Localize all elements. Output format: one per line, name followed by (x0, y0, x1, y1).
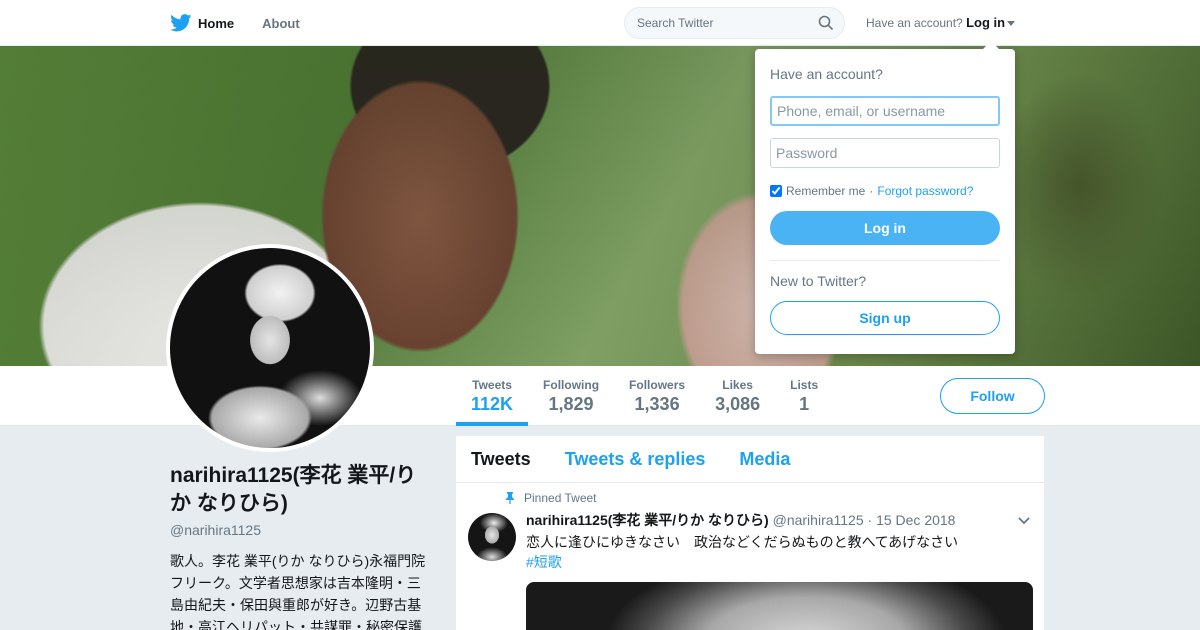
stat-likes[interactable]: Likes 3,086 (700, 366, 775, 426)
profile-name[interactable]: narihira1125(李花 業平/りか なりひら) (170, 462, 432, 518)
password-field[interactable] (770, 138, 1000, 168)
pinned-indicator: Pinned Tweet (504, 491, 1029, 505)
nav-left: Home About (170, 0, 300, 46)
tweet-header: narihira1125(李花 業平/りか なりひら) @narihira112… (526, 510, 1029, 530)
pin-icon (506, 492, 514, 504)
stat-value: 1 (799, 394, 810, 414)
login-link-label: Log in (966, 15, 1006, 30)
pinned-tweet[interactable]: Pinned Tweet narihira1125(李花 業平/りか なりひら)… (456, 483, 1044, 630)
tweet-author-name[interactable]: narihira1125(李花 業平/りか なりひら) (526, 512, 769, 528)
forgot-password-link[interactable]: Forgot password? (877, 184, 973, 198)
profile-stats: Tweets 112K Following 1,829 Followers 1,… (456, 366, 833, 426)
nav-home-label: Home (198, 15, 235, 31)
new-to-twitter-prompt: New to Twitter? (770, 273, 867, 289)
tweet-date[interactable]: 15 Dec 2018 (876, 512, 955, 528)
stat-label: Tweets (472, 378, 512, 392)
stat-value: 1,336 (634, 394, 680, 414)
login-dropdown: Have an account? Remember me · Forgot pa… (755, 41, 1015, 354)
tweet-media-image[interactable] (526, 582, 1033, 630)
stat-value: 1,829 (548, 394, 594, 414)
stat-label: Followers (629, 378, 686, 392)
tweet-avatar[interactable] (468, 513, 516, 561)
caret-down-icon (1007, 21, 1016, 27)
stat-label: Lists (790, 378, 819, 392)
stat-following[interactable]: Following 1,829 (528, 366, 614, 426)
tweet-text: 恋人に逢ひにゆきなさい 政治などくだらぬものと教へてあげなさい (526, 534, 959, 550)
username-field[interactable] (770, 96, 1000, 126)
account-prompt: Have an account? (866, 16, 963, 30)
nav-about[interactable]: About (262, 16, 300, 31)
search-box (624, 7, 845, 39)
stat-value: 112K (471, 394, 514, 414)
remember-me-checkbox[interactable] (770, 185, 782, 197)
chevron-down-icon[interactable] (1018, 517, 1030, 525)
stat-label: Likes (722, 378, 753, 392)
tab-tweets[interactable]: Tweets (471, 449, 531, 470)
remember-separator: · (869, 184, 874, 198)
avatar-image (170, 248, 370, 448)
stat-tweets[interactable]: Tweets 112K (456, 366, 529, 426)
profile-handle[interactable]: @narihira1125 (170, 522, 432, 538)
search-icon[interactable] (818, 15, 834, 31)
stat-followers[interactable]: Followers 1,336 (614, 366, 700, 426)
stat-lists[interactable]: Lists 1 (775, 366, 833, 426)
login-button[interactable]: Log in (770, 211, 1000, 245)
stat-value: 3,086 (715, 394, 761, 414)
twitter-bird-icon (170, 14, 192, 32)
login-link[interactable]: Log in (966, 15, 1016, 30)
nav-about-label: About (262, 15, 300, 31)
stat-label: Following (543, 378, 600, 392)
timeline-tabs: Tweets Tweets & replies Media (456, 436, 1044, 483)
tweet-author-handle[interactable]: @narihira1125 (773, 512, 864, 528)
tab-tweets-replies[interactable]: Tweets & replies (565, 449, 706, 470)
timeline: Tweets Tweets & replies Media Pinned Twe… (456, 436, 1044, 630)
tweet-hashtag[interactable]: #短歌 (526, 552, 1029, 572)
pinned-label: Pinned Tweet (524, 491, 597, 505)
top-nav: Home About Have an account? Log in (0, 0, 1200, 46)
remember-row: Remember me · Forgot password? (770, 184, 1000, 198)
login-dropdown-title: Have an account? (770, 66, 883, 82)
dropdown-divider (770, 260, 1000, 261)
search-input[interactable] (625, 8, 805, 38)
signup-button[interactable]: Sign up (770, 301, 1000, 335)
nav-home[interactable]: Home (170, 14, 234, 32)
remember-me-label[interactable]: Remember me (786, 184, 865, 198)
profile-avatar[interactable] (166, 244, 374, 452)
tab-media[interactable]: Media (739, 449, 790, 470)
profile-bio: 歌人。李花 業平(りか なりひら)永福門院フリーク。文学者思想家は吉本隆明・三島… (170, 553, 426, 630)
profile-card: narihira1125(李花 業平/りか なりひら) @narihira112… (170, 462, 432, 630)
follow-button[interactable]: Follow (940, 378, 1045, 414)
account-menu: Have an account? Log in (866, 15, 1016, 30)
tweet-separator: · (867, 512, 877, 528)
